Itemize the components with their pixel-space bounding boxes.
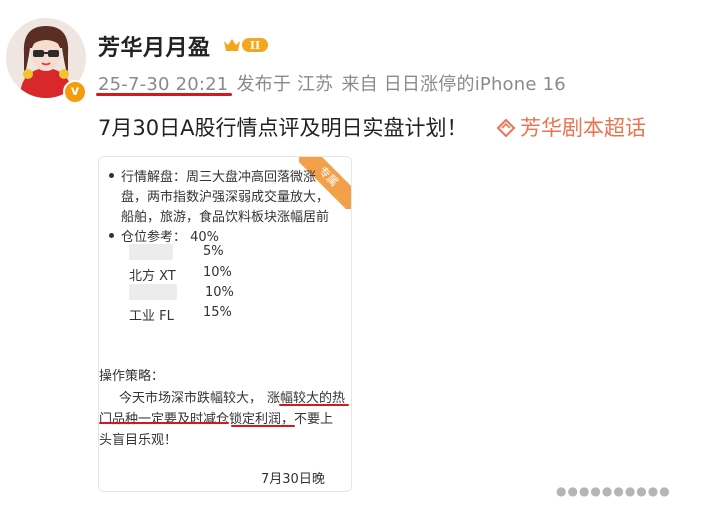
image-line-2: 盘，两市指数沪强深弱成交量放大，: [121, 190, 330, 205]
username[interactable]: 芳华月月盈: [98, 30, 211, 62]
image-line-1: 行情解盘：周三大盘冲高回落微涨: [121, 170, 317, 185]
image-line-3: 船舶，旅游，食品饮料板块涨幅居前: [121, 210, 330, 225]
position-label: 仓位参考： 40%: [121, 230, 220, 245]
holding-pct: 15%: [203, 305, 232, 320]
holding-pct: 10%: [205, 285, 234, 300]
bullet-icon: [109, 173, 114, 178]
highlight-underline: [279, 404, 349, 406]
image-pager-dots: ●●●●●●●●●●: [556, 484, 671, 498]
holding-name: 工业 FL: [129, 309, 174, 324]
strategy-line-2: 门品种一定要及时减仓锁定利润，不要上: [99, 412, 334, 427]
holding-pct: 10%: [203, 265, 232, 280]
blurred-stock-name: [129, 244, 173, 260]
topic-diamond-icon: [496, 118, 516, 138]
holding-name: 北方 XT: [129, 269, 176, 284]
blurred-stock-name: [129, 284, 177, 300]
timestamp-highlight-underline: [96, 93, 232, 96]
level-badge-label: II: [250, 39, 260, 52]
post-text: 7月30日A股行情点评及明日实盘计划！: [98, 116, 468, 140]
holding-pct: 5%: [203, 244, 224, 259]
topic-link[interactable]: 芳华剧本超话: [496, 112, 646, 142]
strategy-line-1a: 今天市场深市跌幅较大，: [119, 391, 263, 406]
date-signature: 7月30日晚: [261, 472, 325, 487]
verified-badge-icon: v: [63, 80, 87, 104]
highlight-underline: [231, 425, 295, 427]
post-image[interactable]: 专属 行情解盘：周三大盘冲高回落微涨 盘，两市指数沪强深弱成交量放大， 船舶，旅…: [98, 156, 352, 492]
strategy-line-3: 头盲目乐观！: [99, 433, 178, 448]
level-badge-icon[interactable]: II: [222, 36, 270, 54]
post-source: 来自 日日涨停的iPhone 16: [341, 74, 566, 95]
topic-label: 芳华剧本超话: [520, 116, 646, 140]
strategy-title: 操作策略：: [99, 369, 165, 384]
highlight-underline: [99, 422, 229, 424]
post-timestamp[interactable]: 25-7-30 20:21: [98, 74, 228, 95]
post-location: 发布于 江苏: [236, 74, 334, 95]
bullet-icon: [109, 233, 114, 238]
